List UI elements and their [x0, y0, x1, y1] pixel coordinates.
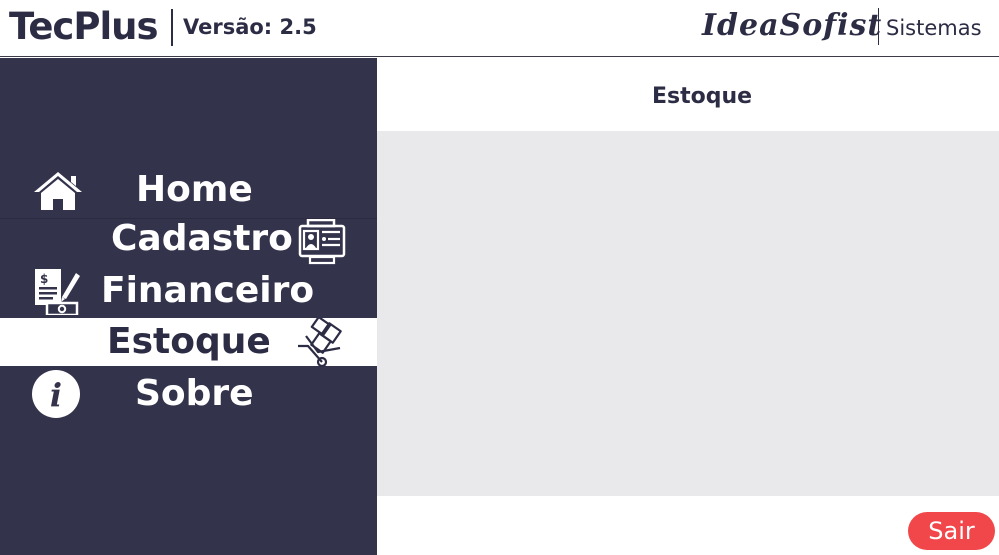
company-divider	[878, 8, 879, 45]
svg-text:$: $	[40, 272, 48, 286]
sidebar-item-label: Estoque	[107, 321, 271, 362]
app-name: TecPlus	[9, 5, 159, 48]
svg-text:i: i	[50, 376, 62, 414]
app-version: Versão: 2.5	[183, 15, 317, 39]
home-icon	[32, 170, 84, 217]
hand-truck-icon	[296, 315, 350, 373]
id-card-icon	[298, 218, 346, 270]
sidebar-item-cadastro[interactable]: Cadastro	[0, 215, 377, 265]
info-icon: i	[32, 370, 80, 423]
sidebar-item-financeiro[interactable]: $ Financeiro	[0, 267, 377, 317]
company-subtitle: Sistemas	[886, 16, 982, 40]
sidebar-item-label: Financeiro	[101, 270, 315, 311]
sidebar-item-label: Sobre	[135, 373, 254, 414]
exit-button[interactable]: Sair	[908, 512, 995, 550]
page-title: Estoque	[651, 84, 753, 109]
brand-divider	[171, 9, 173, 46]
sidebar-item-label: Cadastro	[111, 218, 293, 259]
app-header: TecPlus Versão: 2.5 IdeaSofist Sistemas	[0, 0, 999, 57]
main-panel: Estoque Sair	[377, 58, 999, 555]
sidebar-item-estoque[interactable]: Estoque	[0, 315, 377, 368]
sidebar-item-sobre[interactable]: i Sobre	[0, 370, 377, 418]
sidebar: Home Cadastro $ Financeiro Estoque i Sob…	[0, 58, 377, 555]
sidebar-item-home[interactable]: Home	[0, 166, 377, 214]
invoice-icon: $	[32, 267, 82, 320]
sidebar-item-label: Home	[136, 169, 253, 210]
content-area	[377, 131, 999, 496]
company-logo-text: IdeaSofist	[702, 8, 883, 43]
